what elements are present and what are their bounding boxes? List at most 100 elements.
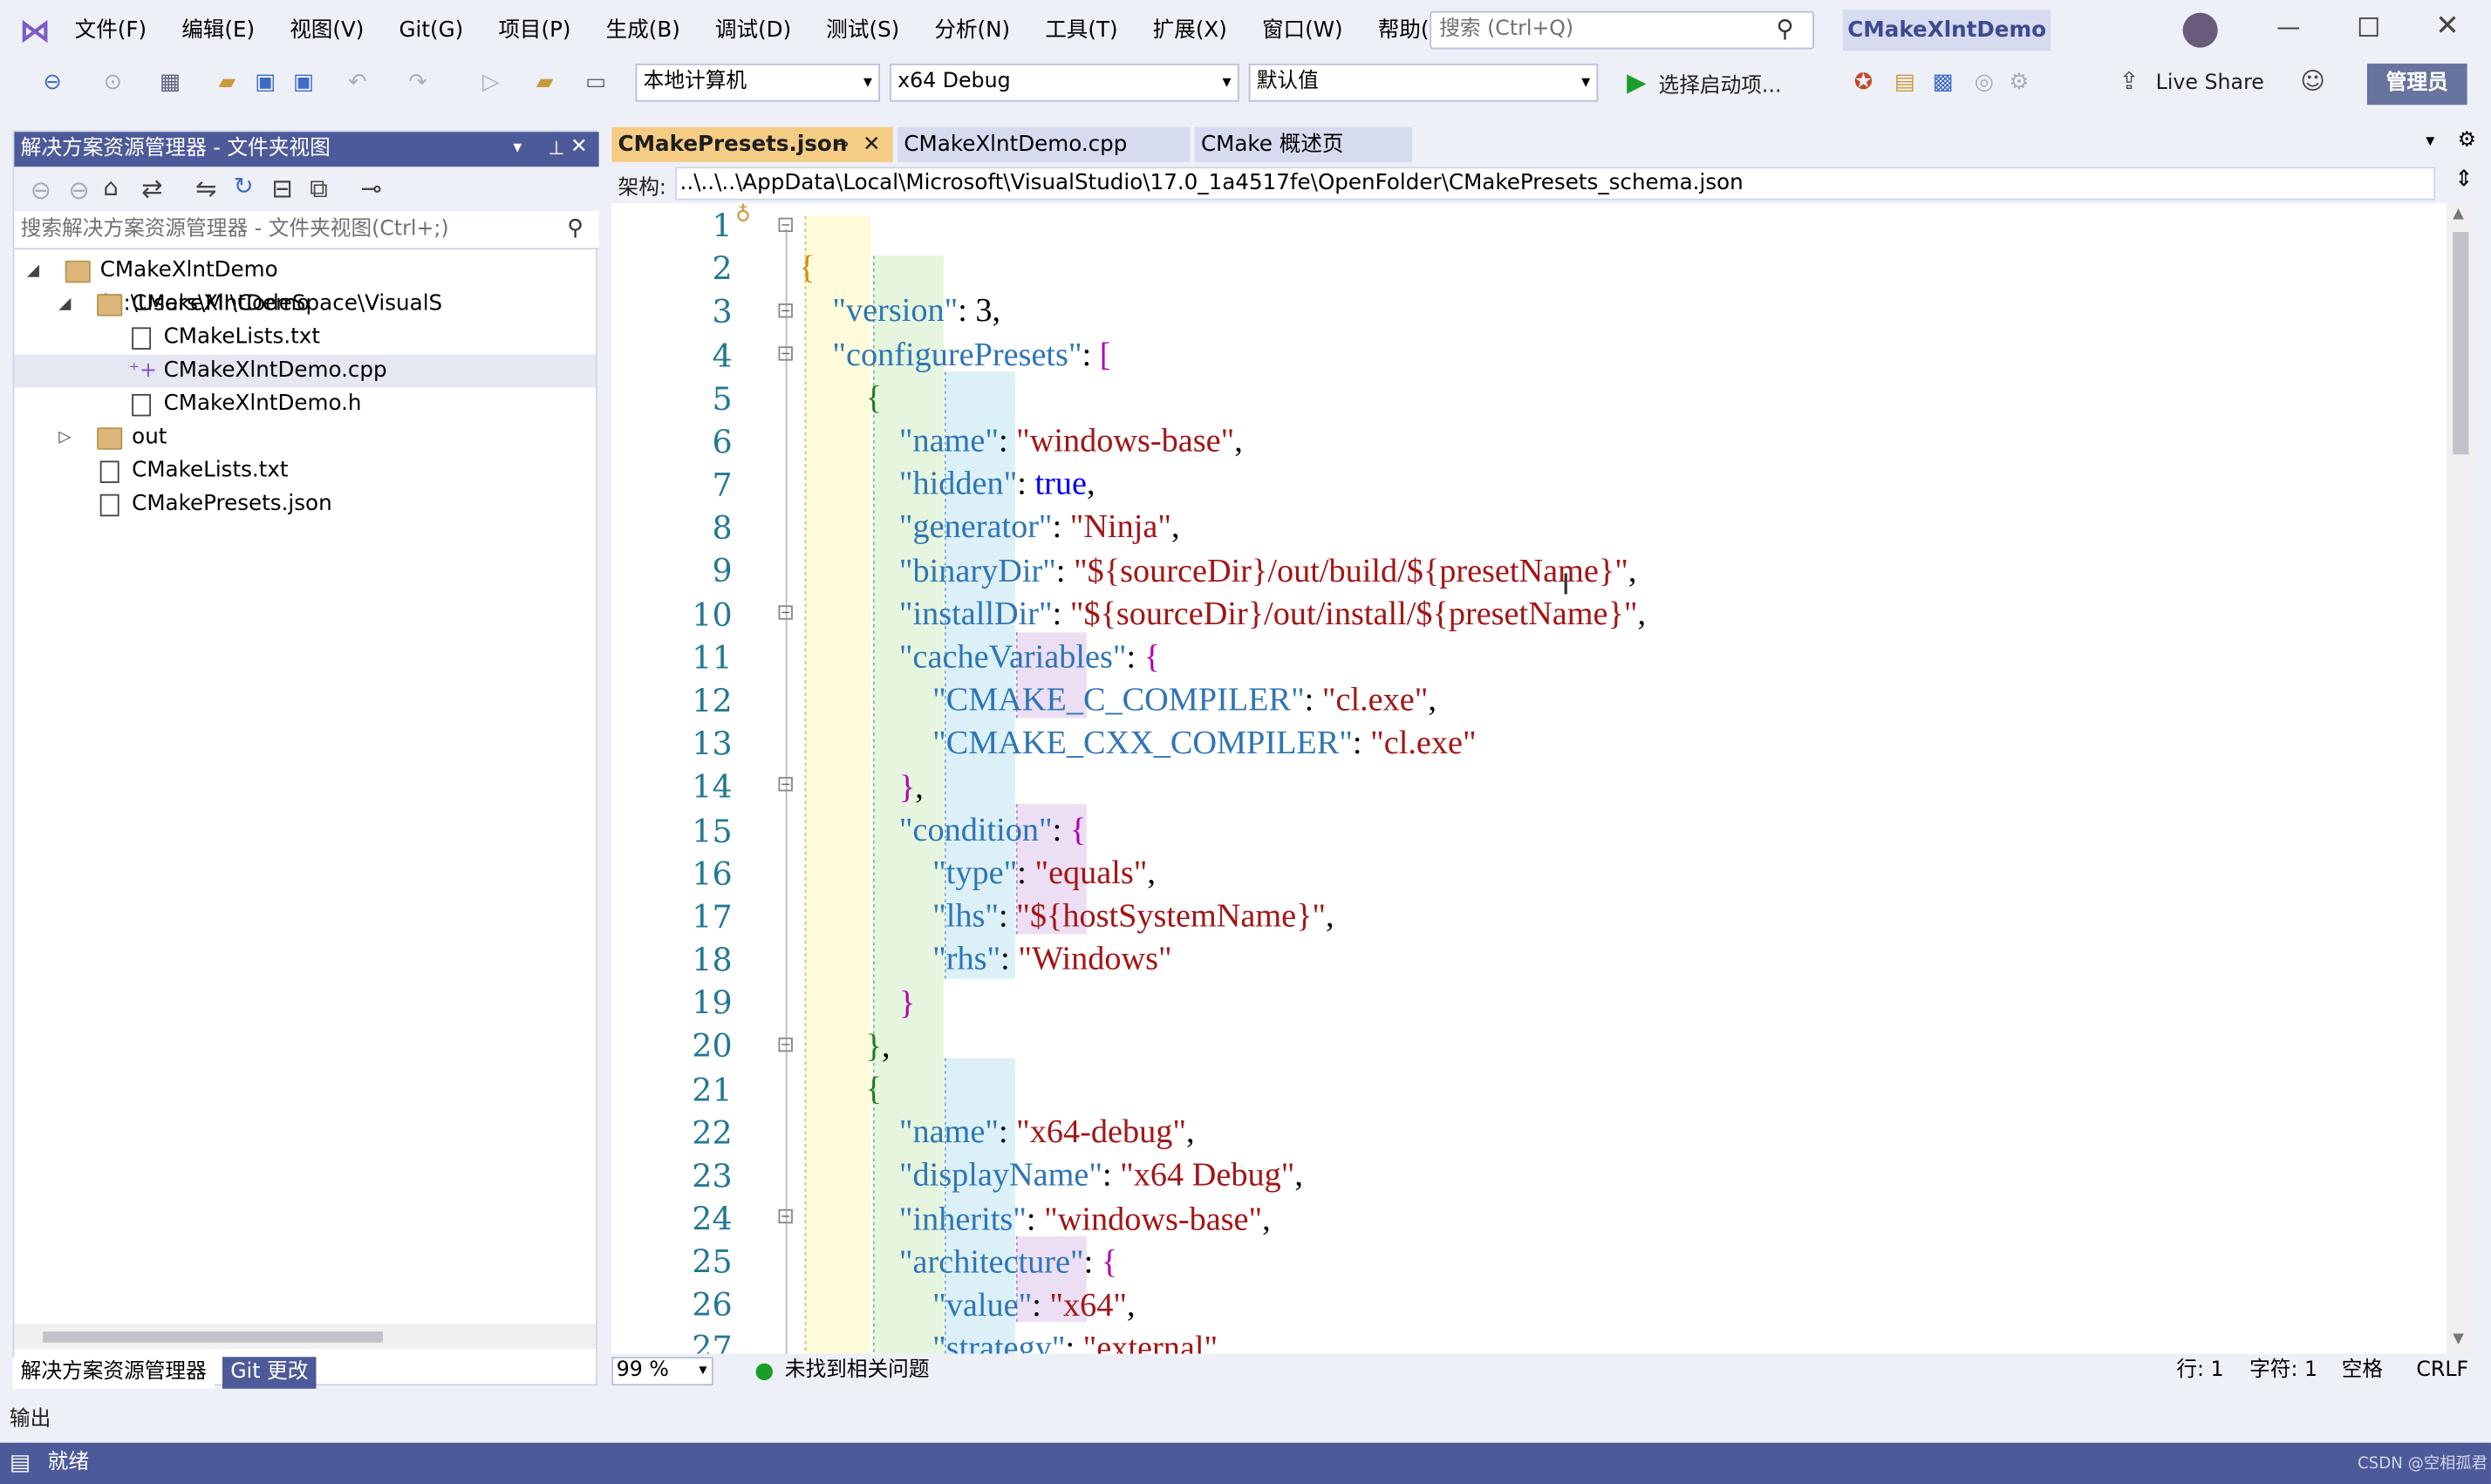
tab-settings-icon[interactable]: ⚙ <box>2458 129 2476 153</box>
fold-toggle[interactable]: − <box>778 217 793 233</box>
eol-indicator[interactable]: CRLF <box>2416 1354 2468 1389</box>
config-select[interactable]: x64 Debug <box>889 63 1239 102</box>
explorer-dropdown-icon[interactable]: ▾ <box>513 137 522 158</box>
menu-edit[interactable]: 编辑(E) <box>164 0 272 60</box>
code-editor[interactable]: ♁ 1 2 3 4 5 6 7 8 9 10 11 12 13 14 15 16… <box>611 203 2447 1354</box>
menu-tools[interactable]: 工具(T) <box>1027 0 1135 60</box>
indent-indicator[interactable]: 空格 <box>2342 1354 2383 1389</box>
run-disabled-icon[interactable]: ▷ <box>476 68 505 97</box>
target-machine-select[interactable]: 本地计算机 <box>635 63 881 102</box>
menu-file[interactable]: 文件(F) <box>58 0 165 60</box>
scroll-down-icon[interactable]: ▼ <box>2453 1331 2464 1347</box>
menu-git[interactable]: Git(G) <box>381 0 481 60</box>
tree-node-folder[interactable]: ◢ CMakeXlntDemo <box>14 288 596 321</box>
tab-cmake-overview[interactable]: CMake 概述页 <box>1194 126 1413 162</box>
explorer-forward-icon[interactable]: ⊖ <box>68 174 89 205</box>
editor-vertical-scrollbar[interactable]: ▲ ▼ <box>2446 203 2475 1354</box>
live-share-button[interactable]: Live Share <box>2156 71 2264 95</box>
refresh-icon[interactable]: ↻ <box>234 172 254 201</box>
scroll-thumb[interactable] <box>43 1331 383 1343</box>
vs-logo-icon[interactable]: ⋈ <box>19 13 58 48</box>
undo-icon[interactable]: ↶ <box>343 68 372 97</box>
fold-toggle[interactable]: − <box>778 1037 793 1052</box>
tree-node-folder[interactable]: ▷ out <box>14 421 596 454</box>
live-share-icon[interactable]: ⇪ <box>2119 67 2140 96</box>
breakpoint-icon[interactable]: ◎ <box>1970 68 1999 97</box>
menu-extensions[interactable]: 扩展(X) <box>1136 0 1245 60</box>
explorer-back-icon[interactable]: ⊖ <box>31 174 51 205</box>
notification-icon[interactable]: ▤ <box>10 1443 31 1484</box>
start-button[interactable]: 选择启动项... <box>1659 68 1782 99</box>
lightbulb-icon[interactable]: ♁ <box>735 203 750 227</box>
menu-window[interactable]: 窗口(W) <box>1245 0 1361 60</box>
output-title[interactable]: 输出 <box>10 1401 51 1432</box>
save-all-icon[interactable]: ▣ <box>289 68 317 97</box>
diagnostics-icon[interactable]: ▩ <box>1928 68 1957 97</box>
menu-analyze[interactable]: 分析(N) <box>917 0 1027 60</box>
save-icon[interactable]: ▣ <box>251 68 280 97</box>
expanded-icon[interactable]: ◢ <box>58 288 78 321</box>
redo-icon[interactable]: ↷ <box>404 68 433 97</box>
tree-node-file[interactable]: CMakeXlntDemo.h <box>14 388 596 421</box>
scroll-up-icon[interactable]: ▲ <box>2453 207 2464 222</box>
switch-view-icon[interactable]: ⇄ <box>141 174 162 204</box>
tab-cmakepresets[interactable]: CMakePresets.json ⊸ ✕ <box>611 126 893 162</box>
feedback-icon[interactable]: ☺ <box>2300 67 2324 96</box>
forward-icon[interactable]: ⊙ <box>99 68 127 97</box>
scroll-thumb[interactable] <box>2453 232 2469 455</box>
fold-toggle[interactable]: − <box>778 605 793 620</box>
tab-cpp[interactable]: CMakeXlntDemo.cpp <box>897 126 1191 162</box>
tree-node-file[interactable]: CMakePresets.json <box>14 487 596 521</box>
settings-icon[interactable]: ⚙ <box>2005 68 2034 97</box>
tab-close-icon[interactable]: ✕ <box>863 127 881 162</box>
close-icon[interactable]: ✕ <box>2435 10 2459 43</box>
issues-status[interactable]: 未找到相关问题 <box>785 1354 930 1389</box>
minimize-icon[interactable]: — <box>2276 13 2300 42</box>
maximize-icon[interactable] <box>2358 17 2378 37</box>
explorer-search-input[interactable]: 搜索解决方案资源管理器 - 文件夹视图(Ctrl+;) <box>14 211 599 250</box>
explorer-close-icon[interactable]: ✕ <box>570 135 588 159</box>
menu-test[interactable]: 测试(S) <box>809 0 917 60</box>
hot-reload-icon[interactable]: ▤ <box>1890 68 1919 97</box>
char-indicator[interactable]: 字符: 1 <box>2249 1354 2317 1389</box>
line-indicator[interactable]: 行: 1 <box>2176 1354 2223 1389</box>
home-icon[interactable]: ⌂ <box>103 174 118 202</box>
pin-icon[interactable]: ⊸ <box>834 127 849 162</box>
folder-icon[interactable]: ▰ <box>530 68 559 97</box>
split-icon[interactable]: ⇕ <box>2454 167 2473 192</box>
tab-solution-explorer[interactable]: 解决方案资源管理器 <box>12 1357 215 1389</box>
open-icon[interactable]: ▰ <box>213 68 242 97</box>
tab-git-changes[interactable]: Git 更改 <box>222 1357 317 1389</box>
debug-tools-icon[interactable]: ✪ <box>1849 68 1878 97</box>
fold-toggle[interactable]: − <box>778 777 793 792</box>
menu-build[interactable]: 生成(B) <box>589 0 698 60</box>
collapsed-icon[interactable]: ▷ <box>58 421 78 454</box>
expanded-icon[interactable]: ◢ <box>27 255 46 288</box>
show-all-icon[interactable]: ⧉ <box>310 174 328 205</box>
schema-select[interactable]: ..\..\..\AppData\Local\Microsoft\VisualS… <box>675 167 2436 201</box>
menu-project[interactable]: 项目(P) <box>481 0 588 60</box>
default-value-select[interactable]: 默认值 <box>1248 63 1599 102</box>
properties-icon[interactable]: ⊸ <box>360 174 381 204</box>
new-project-icon[interactable]: ▦ <box>155 68 184 97</box>
tree-node-root[interactable]: ◢ CMakeXlntDemo (C:\Users\MI\CodeSpace\V… <box>14 255 596 316</box>
search-input[interactable]: 搜索 (Ctrl+Q) <box>1430 10 1815 50</box>
explorer-horizontal-scrollbar[interactable] <box>14 1323 597 1350</box>
fold-toggle[interactable]: − <box>778 303 793 318</box>
tree-node-file[interactable]: CMakeLists.txt <box>14 321 596 354</box>
zoom-select[interactable]: 99 % ▾ <box>611 1357 713 1386</box>
sync-icon[interactable]: ⇋ <box>195 174 216 204</box>
menu-view[interactable]: 视图(V) <box>272 0 381 60</box>
avatar[interactable] <box>2182 12 2218 48</box>
menu-debug[interactable]: 调试(D) <box>698 0 809 60</box>
tree-node-file-selected[interactable]: ⁺+ CMakeXlntDemo.cpp <box>14 354 597 388</box>
pin-icon[interactable]: ⊥ <box>548 137 564 160</box>
tab-list-icon[interactable]: ▾ <box>2426 130 2434 151</box>
collapse-all-icon[interactable]: ⊟ <box>271 174 292 204</box>
tree-node-file[interactable]: CMakeLists.txt <box>14 454 596 487</box>
admin-badge[interactable]: 管理员 <box>2366 63 2467 106</box>
start-icon[interactable]: ▶ <box>1627 67 1646 98</box>
back-icon[interactable]: ⊖ <box>38 68 67 97</box>
fold-toggle[interactable]: − <box>778 1208 793 1224</box>
fold-toggle[interactable]: − <box>778 346 793 361</box>
